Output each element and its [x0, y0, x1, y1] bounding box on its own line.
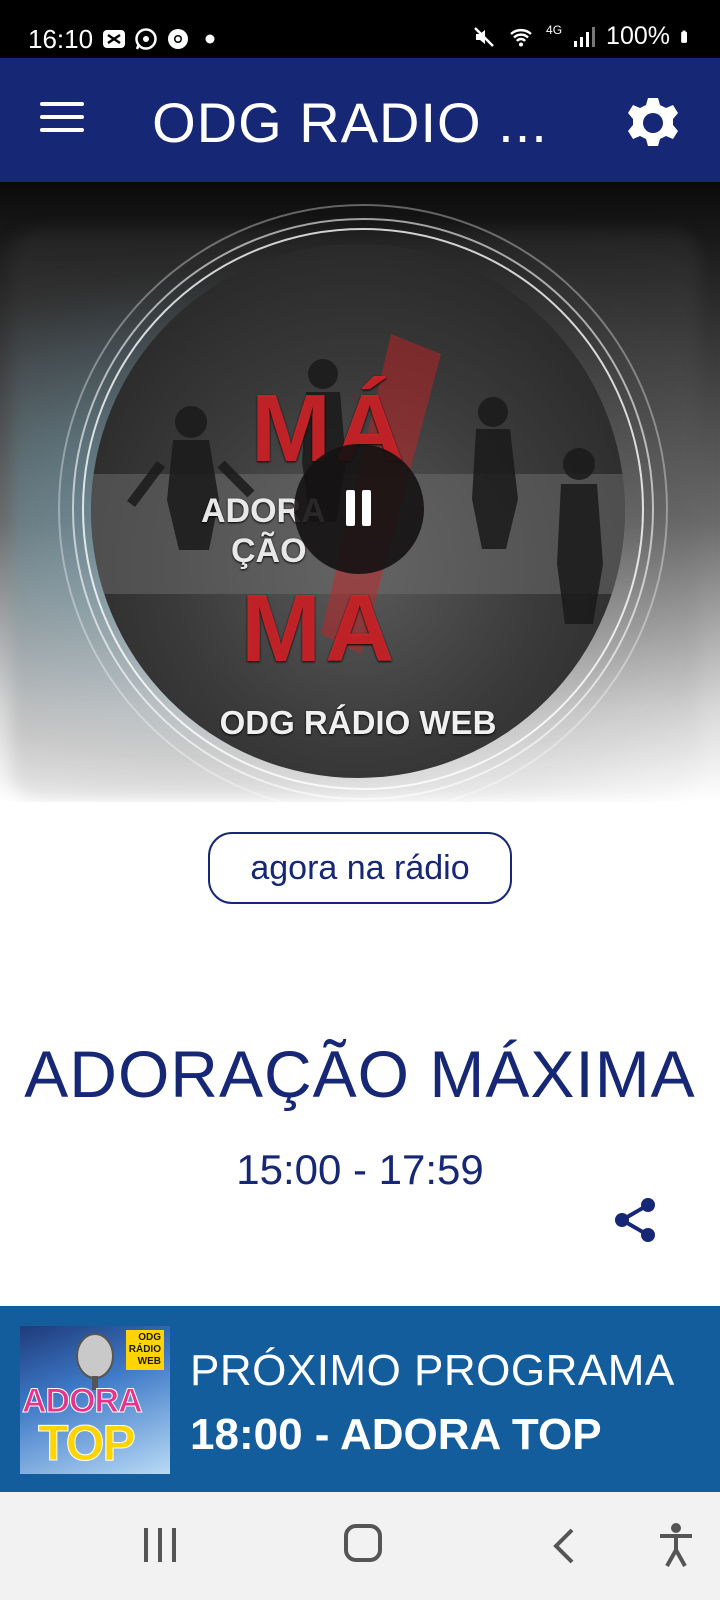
cover-text-cao: ÇÃO: [231, 532, 307, 570]
cover-text-ma-bottom: MA: [241, 575, 399, 682]
status-bar: 16:10 4G 100%: [0, 0, 720, 58]
share-icon[interactable]: [612, 1196, 658, 1244]
capcut-icon: [103, 30, 125, 48]
app-title: ODG RADIO ...: [152, 91, 548, 154]
recent-apps-icon[interactable]: [142, 1528, 178, 1564]
status-notification-icons: [102, 27, 222, 51]
next-program-label: PRÓXIMO PROGRAMA: [190, 1346, 675, 1395]
chrome-icon: [168, 29, 188, 49]
next-program-value: 18:00 - ADORA TOP: [190, 1410, 602, 1459]
pause-button[interactable]: [294, 444, 424, 574]
wifi-icon: [510, 28, 532, 46]
player-area: MÁ ADORA ÇÃO MA ODG RÁDIO WEB: [0, 182, 720, 802]
status-time: 16:10: [28, 24, 94, 54]
accessibility-icon[interactable]: [656, 1522, 696, 1568]
system-navigation-bar: [0, 1492, 720, 1600]
now-on-radio-badge: agora na rádio: [208, 832, 512, 904]
current-program-time: 15:00 - 17:59: [236, 1146, 484, 1193]
whatsapp-icon: [135, 28, 157, 50]
signal-icon: [574, 26, 596, 47]
back-icon[interactable]: [548, 1526, 578, 1566]
battery-percent: 100%: [606, 22, 670, 50]
next-program-thumbnail: ODG RÁDIO WEB ADORA TOP: [20, 1326, 170, 1474]
cover-text-station: ODG RÁDIO WEB: [219, 704, 497, 741]
battery-icon: [681, 30, 687, 43]
hamburger-menu-icon[interactable]: [40, 102, 84, 138]
pause-icon: [346, 490, 355, 526]
mute-icon: [474, 26, 494, 47]
thumb-text-top: TOP: [38, 1415, 137, 1472]
network-type: 4G: [546, 22, 563, 37]
status-system-icons: 4G 100%: [472, 22, 694, 51]
next-program-banner[interactable]: ODG RÁDIO WEB ADORA TOP PRÓXIMO PROGRAMA…: [0, 1306, 720, 1492]
dot-icon: [205, 34, 215, 44]
app-bar: ODG RADIO ...: [0, 58, 720, 182]
home-icon[interactable]: [344, 1524, 382, 1562]
settings-gear-icon[interactable]: [624, 94, 682, 152]
thumb-station-label: ODG RÁDIO WEB: [125, 1330, 164, 1370]
current-program-title: ADORAÇÃO MÁXIMA: [24, 1037, 696, 1111]
